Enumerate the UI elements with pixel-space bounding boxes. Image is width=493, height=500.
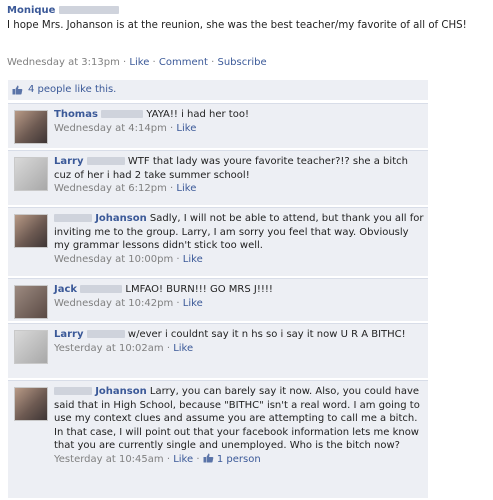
redacted-surname <box>101 110 144 118</box>
comment-timestamp: Yesterday at 10:45am <box>54 453 164 465</box>
comment-like-button[interactable]: Like <box>183 298 203 309</box>
post-text: I hope Mrs. Johanson is at the reunion, … <box>7 20 467 31</box>
comment-item: Jack LMFAO! BURN!!! GO MRS J!!!! Wednesd… <box>8 278 428 321</box>
commenter-name[interactable]: Johanson <box>95 386 147 397</box>
comment-like-button[interactable]: Like <box>183 254 203 265</box>
commenter-avatar[interactable] <box>14 110 48 144</box>
likes-bar: 4 people like this. <box>8 80 428 100</box>
comment-like-button[interactable]: Like <box>173 454 193 465</box>
comment-item: Thomas YAYA!! i had her too! Wednesday a… <box>8 103 428 148</box>
commenter-name[interactable]: Thomas <box>54 109 98 120</box>
commenter-avatar[interactable] <box>14 387 48 421</box>
thumbs-up-icon <box>12 85 23 97</box>
comment-text: YAYA!! i had her too! <box>146 109 249 120</box>
commenter-avatar[interactable] <box>14 285 48 319</box>
commenter-name[interactable]: Johanson <box>95 213 147 224</box>
post-header: Monique <box>7 5 119 16</box>
comment-timestamp: Wednesday at 6:12pm <box>54 183 167 194</box>
comment-item: Larry w/ever i couldnt say it n hs so i … <box>8 323 428 378</box>
commenter-name[interactable]: Larry <box>54 156 84 167</box>
comment-timestamp: Wednesday at 10:42pm <box>54 297 174 309</box>
comment-like-button[interactable]: Like <box>176 183 196 194</box>
post-timestamp: Wednesday at 3:13pm <box>7 57 120 68</box>
comment-like-button[interactable]: Like <box>173 343 193 354</box>
comment-text: LMFAO! BURN!!! GO MRS J!!!! <box>125 284 273 295</box>
commenter-avatar[interactable] <box>14 214 48 248</box>
redacted-surname <box>86 330 125 338</box>
redacted-firstname <box>54 387 92 395</box>
redacted-surname <box>86 157 125 165</box>
thumbs-up-icon <box>203 453 214 465</box>
redacted-surname <box>58 6 119 14</box>
comment-like-count[interactable]: 1 person <box>217 454 261 465</box>
commenter-avatar[interactable] <box>14 330 48 364</box>
comment-timestamp: Wednesday at 10:00pm <box>54 253 174 265</box>
like-button[interactable]: Like <box>129 57 149 68</box>
likes-count-link[interactable]: 4 people like this. <box>28 84 116 95</box>
comment-item: Johanson Sadly, I will not be able to at… <box>8 207 428 276</box>
comment-like-button[interactable]: Like <box>176 123 196 134</box>
comment-timestamp: Yesterday at 10:02am <box>54 342 164 354</box>
post-author-name[interactable]: Monique <box>7 5 55 16</box>
commenter-name[interactable]: Larry <box>54 329 84 340</box>
redacted-firstname <box>54 214 92 222</box>
comment-button[interactable]: Comment <box>159 57 208 68</box>
comment-item: Larry WTF that lady was youre favorite t… <box>8 150 428 205</box>
commenter-name[interactable]: Jack <box>54 284 77 295</box>
comment-timestamp: Wednesday at 4:14pm <box>54 122 167 134</box>
subscribe-button[interactable]: Subscribe <box>217 57 266 68</box>
comment-text: w/ever i couldnt say it n hs so i say it… <box>127 329 406 340</box>
post-meta: Wednesday at 3:13pm · Like · Comment · S… <box>7 57 267 68</box>
commenter-avatar[interactable] <box>14 157 48 191</box>
redacted-surname <box>80 285 123 293</box>
comment-item: Johanson Larry, you can barely say it no… <box>8 380 428 498</box>
